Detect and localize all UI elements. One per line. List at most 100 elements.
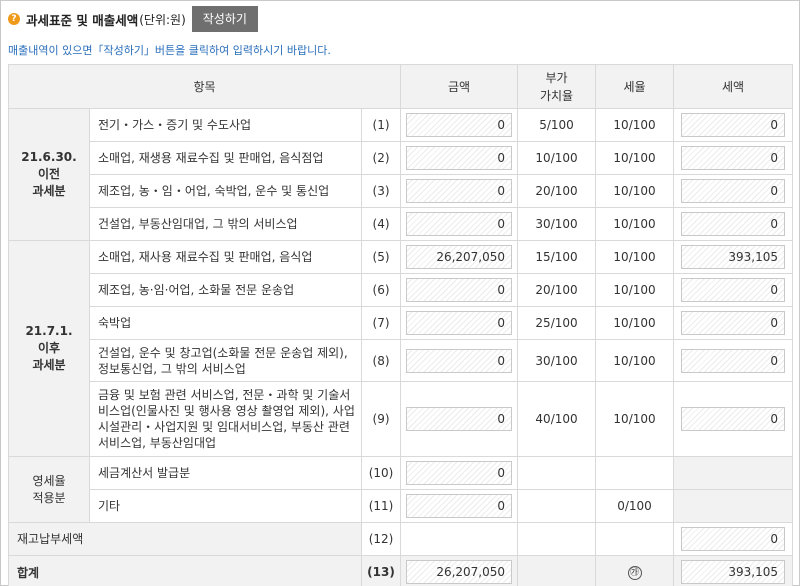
total-tax-field: 393,105 [681, 560, 786, 584]
table-row: 제조업, 농・임・어업, 숙박업, 운수 및 통신업 (3) 0 20/100 … [9, 174, 794, 208]
row-number: (3) [360, 174, 402, 208]
vat-rate-value: 20/100 [517, 174, 597, 208]
vat-rate-value [517, 456, 597, 490]
col-header-amount: 금액 [400, 64, 519, 109]
write-button[interactable]: 작성하기 [191, 6, 258, 32]
question-circle-icon[interactable]: ? [8, 13, 20, 25]
row-description: 전기・가스・증기 및 수도사업 [89, 108, 362, 142]
tax-field[interactable]: 0 [681, 407, 786, 431]
row-number: (6) [360, 273, 402, 307]
tax-rate-value: 10/100 [595, 108, 675, 142]
total-label: 합계 [8, 555, 362, 586]
total-row: 합계 (13) 26,207,050 ㉮ 393,105 [8, 555, 794, 586]
tax-rate-value: 10/100 [595, 381, 675, 457]
total-mark-cell: ㉮ [595, 555, 675, 586]
amount-field[interactable]: 0 [406, 407, 513, 431]
table-row: 영세율 적용분 세금계산서 발급분 (10) 0 [8, 456, 794, 523]
table-row: 건설업, 부동산임대업, 그 밖의 서비스업 (4) 0 30/100 10/1… [9, 207, 794, 241]
amount-field[interactable]: 0 [406, 348, 513, 373]
tax-base-table: 항목 금액 부가 가치율 세율 세액 21.6.30. 이전 과세분 전기・가스・증기… [7, 64, 794, 586]
tax-field[interactable]: 0 [681, 179, 786, 203]
col-header-item: 항목 [7, 64, 402, 109]
row-description: 제조업, 농·임·어업, 소화물 전문 운송업 [89, 273, 362, 307]
row-description: 소매업, 재생용 재료수집 및 판매업, 음식점업 [89, 141, 362, 175]
vat-rate-value: 10/100 [517, 141, 597, 175]
tax-rate-value [595, 456, 675, 490]
table-row: 21.6.30. 이전 과세분 전기・가스・증기 및 수도사업 (1) 0 5/10… [8, 108, 794, 241]
tax-field[interactable]: 0 [681, 212, 786, 236]
total-amount-field: 26,207,050 [406, 560, 513, 584]
row-number: (2) [360, 141, 402, 175]
row-description: 제조업, 농・임・어업, 숙박업, 운수 및 통신업 [89, 174, 362, 208]
table-row: 소매업, 재생용 재료수집 및 판매업, 음식점업 (2) 0 10/100 1… [9, 141, 794, 175]
tax-cell-empty [673, 456, 794, 490]
row-number: (4) [360, 207, 402, 241]
row-number: (12) [360, 522, 402, 556]
tax-field[interactable]: 0 [681, 348, 786, 373]
group-label-after-2021-7: 21.7.1. 이후 과세분 [8, 240, 90, 457]
tax-field[interactable]: 0 [681, 146, 786, 170]
row-number: (10) [360, 456, 402, 490]
table-header-row: 항목 금액 부가 가치율 세율 세액 [7, 64, 794, 109]
amount-field[interactable]: 0 [406, 179, 513, 203]
row-description: 기타 [89, 489, 362, 523]
vat-rate-value: 5/100 [517, 108, 597, 142]
unit-label: (단위:원) [139, 12, 186, 27]
table-row: 숙박업 (7) 0 25/100 10/100 0 [9, 306, 794, 340]
tax-rate-value: 10/100 [595, 306, 675, 340]
tax-rate-value: 10/100 [595, 273, 675, 307]
tax-field[interactable]: 0 [681, 311, 786, 335]
vat-rate-value: 30/100 [517, 207, 597, 241]
row-number: (8) [360, 339, 402, 382]
amount-cell-empty [400, 522, 519, 556]
row-description: 금융 및 보험 관련 서비스업, 전문・과학 및 기술서비스업(인물사진 및 행… [89, 381, 362, 457]
amount-field[interactable]: 0 [406, 278, 513, 302]
tax-field[interactable]: 0 [681, 278, 786, 302]
vat-rate-value [517, 489, 597, 523]
row-description: 소매업, 재사용 재료수집 및 판매업, 음식업 [89, 240, 362, 274]
group-label-before-2021-7: 21.6.30. 이전 과세분 [8, 108, 90, 241]
tax-rate-value: 10/100 [595, 207, 675, 241]
tax-rate-value: 10/100 [595, 339, 675, 382]
row-number: (11) [360, 489, 402, 523]
amount-field[interactable]: 0 [406, 494, 513, 518]
section-header: ? 과세표준 및 매출세액 (단위:원) 작성하기 [8, 5, 258, 33]
table-row: 기타 (11) 0 0/100 [9, 489, 794, 523]
col-header-vat-rate: 부가 가치율 [517, 64, 597, 109]
vat-rate-value: 15/100 [517, 240, 597, 274]
row-number: (13) [360, 555, 402, 586]
tax-rate-value: 10/100 [595, 240, 675, 274]
amount-field[interactable]: 0 [406, 311, 513, 335]
table-row: 재고납부세액 (12) 0 [8, 522, 794, 556]
circled-ga-mark: ㉮ [627, 566, 642, 580]
tax-rate-empty [595, 522, 675, 556]
tax-field[interactable]: 0 [681, 527, 786, 551]
tax-field[interactable]: 393,105 [681, 245, 786, 269]
table-row: 21.7.1. 이후 과세분 소매업, 재사용 재료수집 및 판매업, 음식업 (5… [8, 240, 794, 457]
tax-field[interactable]: 0 [681, 113, 786, 137]
row-description: 건설업, 부동산임대업, 그 밖의 서비스업 [89, 207, 362, 241]
tax-rate-value: 10/100 [595, 141, 675, 175]
vat-rate-value: 30/100 [517, 339, 597, 382]
amount-field[interactable]: 0 [406, 146, 513, 170]
row-description: 숙박업 [89, 306, 362, 340]
col-header-tax: 세액 [673, 64, 794, 109]
amount-field[interactable]: 0 [406, 212, 513, 236]
group-label-zero-rate: 영세율 적용분 [8, 456, 90, 523]
amount-field[interactable]: 0 [406, 113, 513, 137]
row-number: (9) [360, 381, 402, 457]
vat-rate-empty [517, 522, 597, 556]
inventory-tax-label: 재고납부세액 [8, 522, 362, 556]
amount-field[interactable]: 0 [406, 461, 513, 485]
row-description: 세금계산서 발급분 [89, 456, 362, 490]
table-row: 금융 및 보험 관련 서비스업, 전문・과학 및 기술서비스업(인물사진 및 행… [9, 381, 794, 457]
table-row: 제조업, 농·임·어업, 소화물 전문 운송업 (6) 0 20/100 10/… [9, 273, 794, 307]
row-number: (5) [360, 240, 402, 274]
row-description: 건설업, 운수 및 창고업(소화물 전문 운송업 제외), 정보통신업, 그 밖… [89, 339, 362, 382]
amount-field[interactable]: 26,207,050 [406, 245, 513, 269]
tax-cell-empty [673, 489, 794, 523]
tax-rate-value: 10/100 [595, 174, 675, 208]
row-number: (1) [360, 108, 402, 142]
vat-rate-empty [517, 555, 597, 586]
table-row: 건설업, 운수 및 창고업(소화물 전문 운송업 제외), 정보통신업, 그 밖… [9, 339, 794, 382]
